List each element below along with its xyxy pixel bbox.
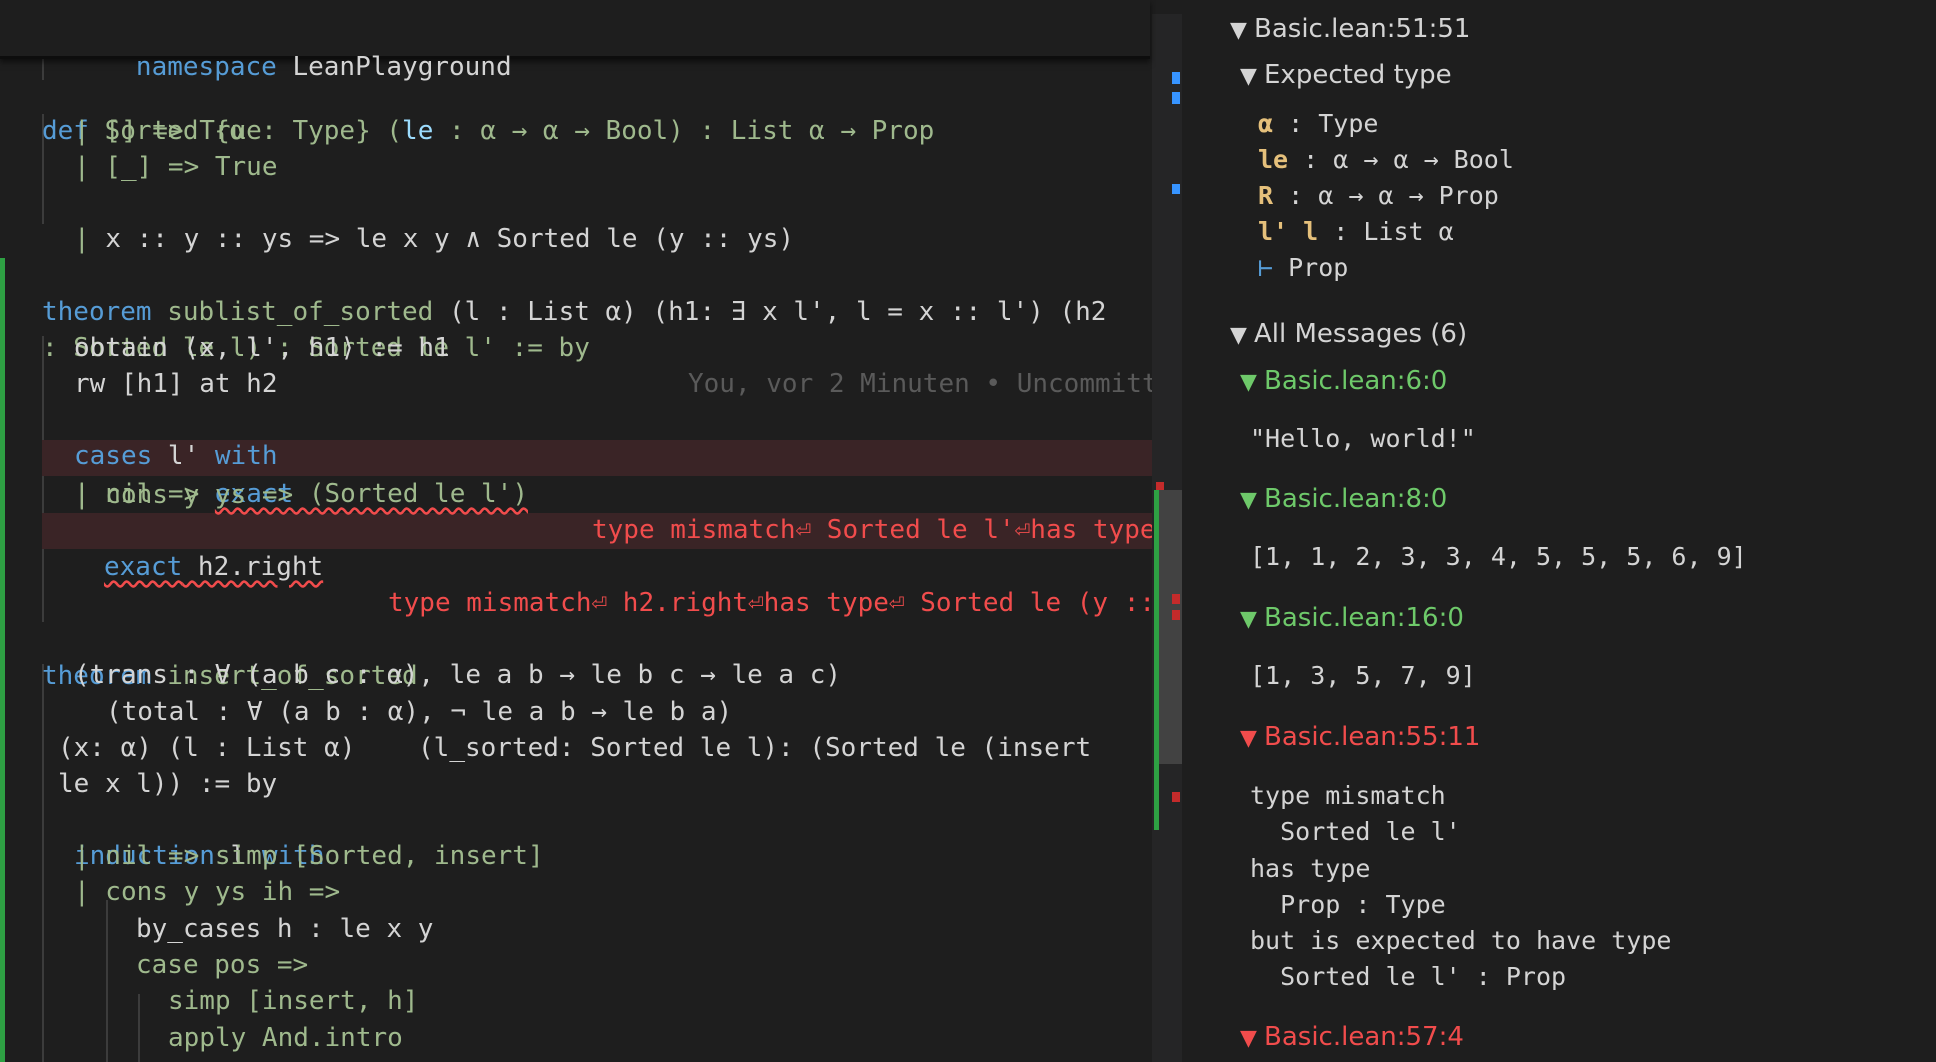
code-text: | cons y ys => [74, 480, 294, 510]
exact-argument-error: (Sorted le l') [293, 479, 528, 509]
code-line-theorem-insert[interactable]: theorem insert_of_sorted [0, 622, 418, 691]
code-text: simp [insert, h] [168, 986, 419, 1016]
code-text: (trans : ∀ (a b c : α), le a b → le b c … [74, 660, 842, 690]
error-message-line: Prop : Type [1250, 890, 1446, 919]
code-line-error[interactable]: exact h2.right type mismatch⏎ h2.right⏎h… [0, 513, 1155, 618]
message-location-error[interactable]: ▼ Basic.lean:55:11 [1240, 720, 1480, 756]
code-text: rw [h1] at h2 [74, 369, 278, 399]
git-blame-annotation: You, vor 2 Minuten • Uncommitted [688, 369, 1156, 399]
message-location[interactable]: ▼ Basic.lean:6:0 [1240, 364, 1447, 400]
expected-type-header[interactable]: ▼ Expected type [1240, 58, 1452, 94]
collapse-triangle-icon[interactable]: ▼ [1240, 366, 1264, 400]
exact-argument-error: h2.right [182, 552, 324, 582]
hypothesis-line: α : Type [1258, 109, 1379, 138]
code-text: by_cases h : le x y [136, 914, 434, 944]
indent-guide [106, 900, 108, 1062]
collapse-triangle-icon[interactable]: ▼ [1230, 319, 1254, 353]
code-text: | nil => simp [Sorted, insert] [74, 841, 544, 871]
indent-guide [138, 994, 140, 1062]
goal-location-header[interactable]: ▼ Basic.lean:51:51 [1230, 12, 1470, 48]
code-line[interactable]: cases l' with [0, 402, 278, 471]
error-message-line: Sorted le l' : Prop [1250, 962, 1567, 991]
code-text: | [74, 224, 106, 254]
lean-infoview-panel: ▼ Basic.lean:51:51 ▼ Expected type α : Typ… [1182, 0, 1936, 1062]
message-location-error[interactable]: ▼ Basic.lean:57:4 [1240, 1020, 1464, 1056]
collapse-triangle-icon[interactable]: ▼ [1240, 603, 1264, 637]
def-signature-b: : α → α → Bool) : List α → Prop [433, 116, 935, 146]
overview-git-marker [1154, 490, 1159, 830]
overview-marker [1172, 72, 1180, 84]
collapse-triangle-icon[interactable]: ▼ [1240, 484, 1264, 518]
overview-marker [1172, 92, 1180, 104]
overview-marker [1172, 184, 1180, 194]
collapse-triangle-icon[interactable]: ▼ [1240, 60, 1264, 94]
code-text: x :: y :: ys => le x y ∧ Sorted le (y ::… [105, 224, 795, 254]
with-keyword: with [214, 441, 278, 471]
collapse-triangle-icon[interactable]: ▼ [1240, 1022, 1264, 1056]
turnstile-symbol: ⊢ [1258, 253, 1274, 282]
theorem-name: sublist_of_sorted [151, 297, 449, 327]
code-text: | [_] => True [74, 152, 278, 182]
code-line-theorem-sublist[interactable]: theorem sublist_of_sorted (l : List α) (… [0, 258, 1106, 327]
sticky-scroll-header[interactable]: namespace LeanPlayground [0, 0, 1150, 82]
error-message-line: has type [1250, 854, 1371, 883]
code-text: case pos => [136, 950, 309, 980]
collapse-triangle-icon[interactable]: ▼ [1240, 722, 1264, 756]
overview-error-marker [1172, 594, 1180, 604]
inline-error-message: type mismatch⏎ h2.right⏎has type⏎ Sorted… [388, 588, 1156, 618]
inline-error-message: type mismatch⏎ Sorted le l'⏎has type⏎ [592, 515, 1156, 545]
code-editor[interactable]: namespace LeanPlayground def Sorted {α :… [0, 0, 1156, 1062]
code-text: | cons y ys ih => [74, 877, 341, 907]
code-text: l' [152, 441, 215, 471]
overview-error-marker [1156, 482, 1164, 490]
message-location[interactable]: ▼ Basic.lean:8:0 [1240, 482, 1447, 518]
code-line[interactable]: : Sorted le l) : Sorted le l' := by You,… [0, 294, 1156, 399]
code-text: le x l)) := by [58, 769, 278, 799]
collapse-triangle-icon[interactable]: ▼ [1230, 14, 1254, 48]
def-le: le [402, 116, 434, 146]
hypothesis-line: R : α → α → Prop [1258, 181, 1499, 210]
exact-tactic-error: exact [104, 552, 183, 582]
code-text: (total : ∀ (a b : α), ¬ le a b → le b a) [106, 697, 733, 727]
code-line-error[interactable]: | nil => exact (Sorted le l') type misma… [0, 440, 1156, 545]
code-text: apply And.intro [168, 1023, 403, 1053]
code-line[interactable]: induction l with [0, 802, 324, 871]
namespace-keyword: namespace [135, 52, 277, 82]
error-message-line: but is expected to have type [1250, 926, 1672, 955]
error-message-line: Sorted le l' [1250, 817, 1461, 846]
message-body: "Hello, world!" [1250, 424, 1476, 453]
overview-error-marker [1172, 610, 1180, 620]
hypothesis-line: l' l : List α [1258, 217, 1454, 246]
message-body: [1, 1, 2, 3, 3, 4, 5, 5, 5, 6, 9] [1250, 542, 1747, 571]
code-line[interactable]: | x :: y :: ys => le x y ∧ Sorted le (y … [0, 185, 794, 254]
sticky-namespace-line[interactable]: namespace LeanPlayground [42, 13, 512, 82]
scrollbar-thumb[interactable] [1156, 490, 1182, 764]
goal-line: ⊢ Prop [1258, 253, 1349, 282]
error-message-line: type mismatch [1250, 781, 1446, 810]
code-text: (x: α) (l : List α) (l_sorted: Sorted le… [58, 733, 1092, 763]
hypothesis-line: le : α → α → Bool [1258, 145, 1514, 174]
theorem-signature: (l : List α) (h1: ∃ x l', l = x :: l') (… [449, 297, 1107, 327]
namespace-name: LeanPlayground [292, 52, 512, 82]
message-location[interactable]: ▼ Basic.lean:16:0 [1240, 601, 1464, 637]
message-body: [1, 3, 5, 7, 9] [1250, 661, 1476, 690]
cases-keyword: cases [74, 441, 153, 471]
all-messages-header[interactable]: ▼ All Messages (6) [1230, 317, 1467, 353]
overview-error-marker [1172, 792, 1180, 802]
code-text: obtain ⟨x, l', h1⟩ := h1 [74, 333, 450, 363]
